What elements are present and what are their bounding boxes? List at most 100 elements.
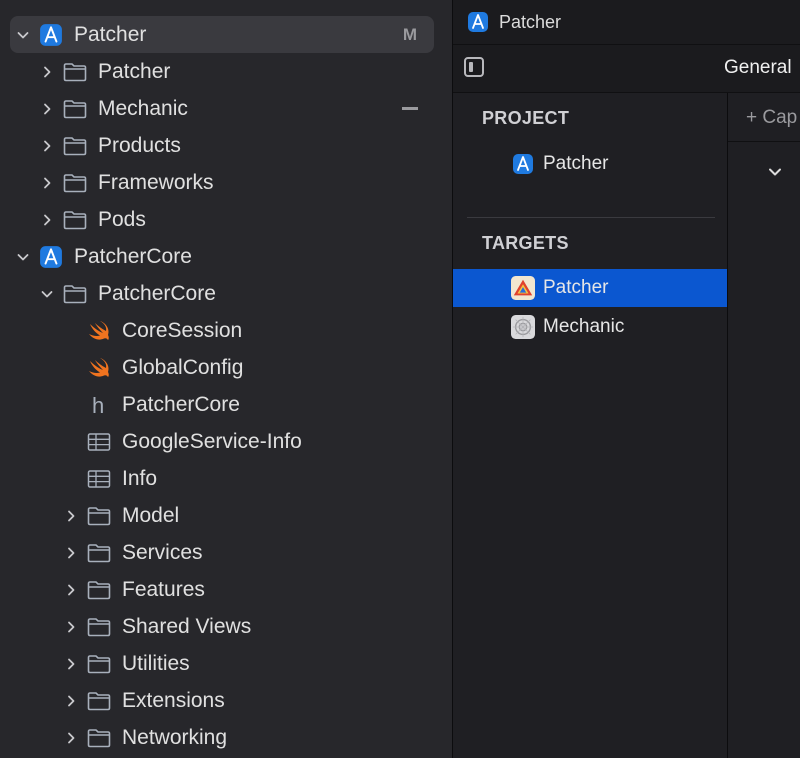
chevron-down-icon[interactable] <box>12 246 34 268</box>
chevron-right-icon[interactable] <box>36 209 58 231</box>
editor-title[interactable]: Patcher <box>499 12 561 33</box>
chevron-right-icon[interactable] <box>60 616 82 638</box>
section-divider <box>467 217 715 218</box>
navigator-row-label: Frameworks <box>98 170 214 194</box>
navigator-row[interactable]: Extensions <box>0 682 452 719</box>
editor-detail-pane: + Cap <box>728 93 800 758</box>
status-dash-badge <box>402 107 418 110</box>
chevron-down-icon[interactable] <box>36 283 58 305</box>
chevron-right-icon[interactable] <box>36 61 58 83</box>
navigator-row[interactable]: Model <box>0 497 452 534</box>
chevron-right-icon[interactable] <box>36 98 58 120</box>
navigator-row-label: Pods <box>98 207 146 231</box>
chevron-right-icon[interactable] <box>60 653 82 675</box>
navigator-row[interactable]: PatcherCore <box>0 275 452 312</box>
navigator-row-label: Model <box>122 503 180 527</box>
project-item-label: Patcher <box>543 153 609 174</box>
chevron-right-icon[interactable] <box>36 135 58 157</box>
project-item[interactable]: Patcher <box>453 145 727 183</box>
chevron-right-icon[interactable] <box>36 172 58 194</box>
navigator-row[interactable]: PatcherCore <box>0 238 452 275</box>
xcode-project-icon <box>38 23 64 46</box>
navigator-row[interactable]: Frameworks <box>0 164 452 201</box>
folder-icon <box>86 542 112 564</box>
add-capability-button[interactable]: + Cap <box>746 107 797 129</box>
project-navigator: Patcher M Patcher Mechanic Products Framework… <box>0 0 452 758</box>
navigator-row-label: PatcherCore <box>122 392 240 416</box>
navigator-row-label: GlobalConfig <box>122 355 244 379</box>
folder-icon <box>62 209 88 231</box>
navigator-row[interactable]: Features <box>0 571 452 608</box>
folder-icon <box>86 653 112 675</box>
folder-icon <box>62 61 88 83</box>
folder-icon <box>86 727 112 749</box>
navigator-row[interactable]: Mechanic <box>0 90 452 127</box>
navigator-row-label: Patcher <box>98 59 171 83</box>
chevron-down-icon[interactable] <box>768 165 782 179</box>
navigator-row[interactable]: GoogleService-Info <box>0 423 452 460</box>
navigator-row[interactable]: h PatcherCore <box>0 386 452 423</box>
chevron-down-icon[interactable] <box>12 24 34 46</box>
navigator-row-label: Services <box>122 540 203 564</box>
navigator-row-label: Info <box>122 466 158 490</box>
chevron-right-icon[interactable] <box>60 727 82 749</box>
folder-icon <box>62 283 88 305</box>
chevron-right-icon[interactable] <box>60 505 82 527</box>
targets-heading: TARGETS <box>482 233 569 253</box>
xcode-project-icon[interactable] <box>467 11 489 33</box>
navigator-row[interactable]: Services <box>0 534 452 571</box>
navigator-row-label: GoogleService-Info <box>122 429 302 453</box>
editor-jump-bar: Patcher <box>453 0 800 45</box>
folder-icon <box>62 98 88 120</box>
chevron-right-icon[interactable] <box>60 579 82 601</box>
navigator-row[interactable]: Shared Views <box>0 608 452 645</box>
plist-file-icon <box>86 431 112 453</box>
project-targets-list: PROJECT Patcher TARGETS Patcher Mechanic <box>453 93 727 758</box>
navigator-row[interactable]: Info <box>0 460 452 497</box>
navigator-row[interactable]: Utilities <box>0 645 452 682</box>
editor-toolbar: General <box>453 45 800 93</box>
navigator-row[interactable]: Patcher <box>0 53 452 90</box>
swift-file-icon <box>86 320 112 342</box>
navigator-row-label: Patcher <box>74 22 147 46</box>
navigator-row[interactable]: Pods <box>0 201 452 238</box>
mechanic-app-icon <box>511 315 535 339</box>
folder-icon <box>86 690 112 712</box>
navigator-row-label: CoreSession <box>122 318 243 342</box>
chevron-right-icon[interactable] <box>60 542 82 564</box>
folder-icon <box>86 505 112 527</box>
project-heading: PROJECT <box>482 108 570 128</box>
navigator-row-label: Extensions <box>122 688 225 712</box>
detail-divider <box>728 141 800 142</box>
navigator-row-label: PatcherCore <box>74 244 192 268</box>
navigator-row[interactable]: Products <box>0 127 452 164</box>
target-item-patcher[interactable]: Patcher <box>453 269 727 307</box>
target-label: Mechanic <box>543 316 625 337</box>
folder-icon <box>62 172 88 194</box>
navigator-row-label: PatcherCore <box>98 281 216 305</box>
folder-icon <box>86 616 112 638</box>
sidebar-toggle-icon[interactable] <box>464 57 484 77</box>
navigator-row[interactable]: CoreSession <box>0 312 452 349</box>
xcode-project-icon <box>511 152 535 176</box>
navigator-row-label: Mechanic <box>98 96 188 120</box>
navigator-row-label: Utilities <box>122 651 190 675</box>
patcher-app-icon <box>511 276 535 300</box>
project-editor: Patcher General PROJECT Patcher TARGETS <box>453 0 800 758</box>
xcode-project-icon <box>38 245 64 268</box>
navigator-row[interactable]: Patcher M <box>0 16 452 53</box>
tab-general[interactable]: General <box>724 57 792 79</box>
navigator-row[interactable]: GlobalConfig <box>0 349 452 386</box>
swift-file-icon <box>86 357 112 379</box>
source-control-badge: M <box>402 24 417 44</box>
navigator-row-label: Shared Views <box>122 614 252 638</box>
navigator-row[interactable]: Networking <box>0 719 452 756</box>
folder-icon <box>62 135 88 157</box>
header-file-icon: h <box>86 393 112 417</box>
chevron-right-icon[interactable] <box>60 690 82 712</box>
target-label: Patcher <box>543 277 609 298</box>
target-item-mechanic[interactable]: Mechanic <box>453 308 727 346</box>
